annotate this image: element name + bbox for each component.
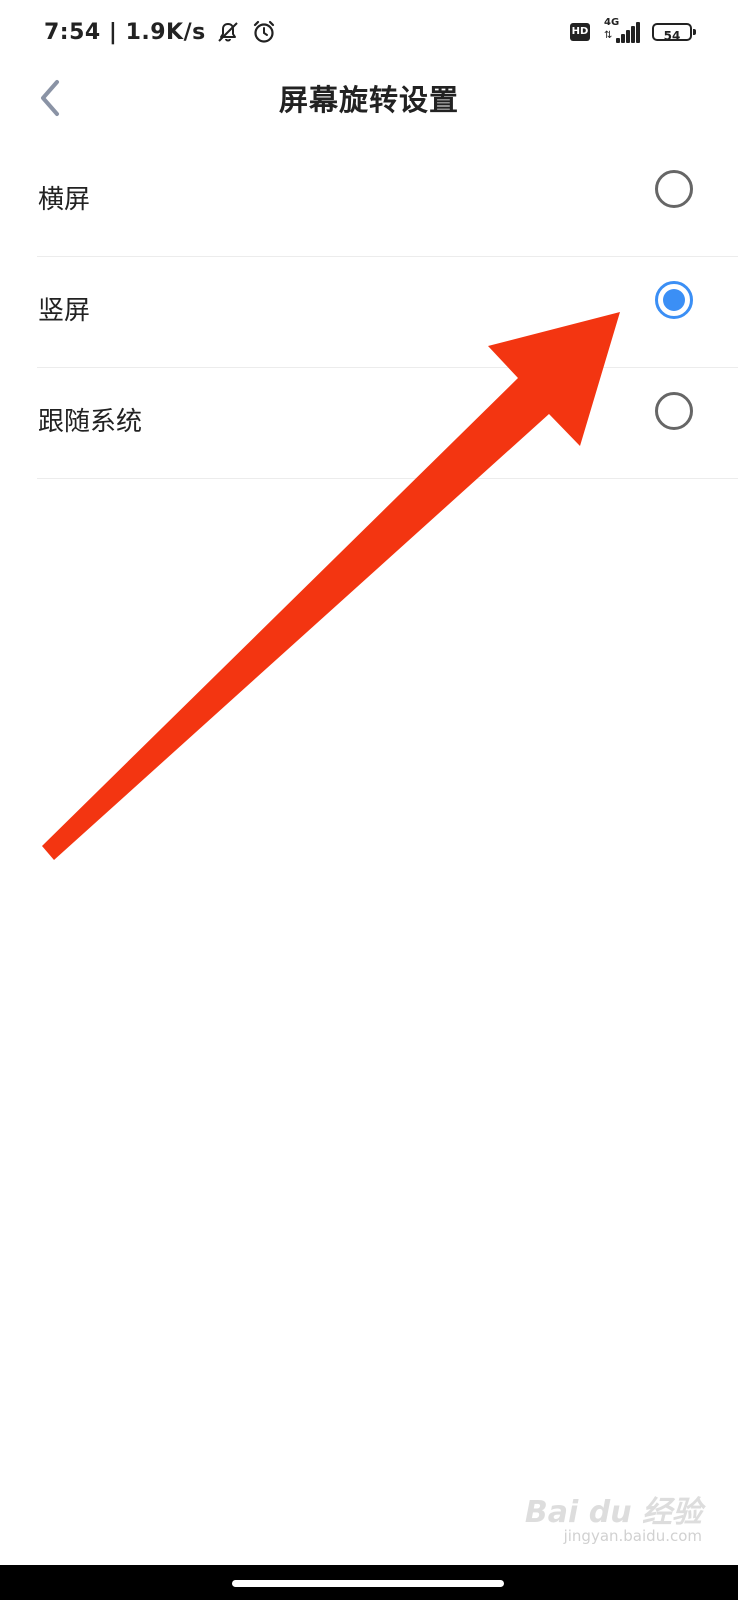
watermark-site: jingyan.baidu.com (563, 1527, 702, 1545)
network-type-label: 4G (604, 17, 620, 28)
page-title: 屏幕旋转设置 (278, 83, 459, 117)
radio-button-unchecked[interactable] (655, 170, 693, 208)
bell-muted-icon (214, 18, 242, 46)
battery-level: 54 (663, 29, 681, 43)
data-arrows-icon: ⇅ (604, 30, 613, 41)
radio-button-unchecked[interactable] (655, 392, 693, 430)
home-indicator[interactable] (232, 1580, 504, 1587)
option-label: 竖屏 (38, 296, 91, 326)
rotation-options-list: 横屏 竖屏 跟随系统 (0, 146, 738, 479)
option-portrait[interactable]: 竖屏 (37, 257, 738, 368)
cellular-signal-icon: 4G ⇅ (602, 17, 642, 45)
alarm-clock-icon (250, 18, 278, 46)
option-follow-system[interactable]: 跟随系统 (37, 368, 738, 479)
signal-bar (616, 38, 620, 43)
signal-bar (626, 30, 630, 43)
hd-badge: HD (570, 23, 590, 41)
baidu-watermark: Bai du 经验 jingyan.baidu.com (524, 1487, 702, 1545)
status-time-speed: 7:54 | 1.9K/s (44, 19, 206, 45)
option-label: 跟随系统 (38, 407, 143, 437)
navigation-bar (0, 1565, 738, 1600)
signal-bar (621, 34, 625, 43)
option-label: 横屏 (38, 185, 91, 215)
watermark-logo: Bai du 经验 (524, 1495, 702, 1530)
radio-dot (663, 289, 685, 311)
battery-icon: 54 (652, 23, 696, 43)
status-bar: 7:54 | 1.9K/s HD 4G ⇅ 54 (0, 0, 738, 64)
signal-bar (636, 22, 640, 43)
radio-button-checked[interactable] (655, 281, 693, 319)
signal-bar (631, 26, 635, 43)
status-right: HD 4G ⇅ 54 (570, 17, 696, 46)
option-landscape[interactable]: 横屏 (37, 146, 738, 257)
header: 屏幕旋转设置 (0, 64, 738, 132)
status-left: 7:54 | 1.9K/s (44, 14, 278, 50)
